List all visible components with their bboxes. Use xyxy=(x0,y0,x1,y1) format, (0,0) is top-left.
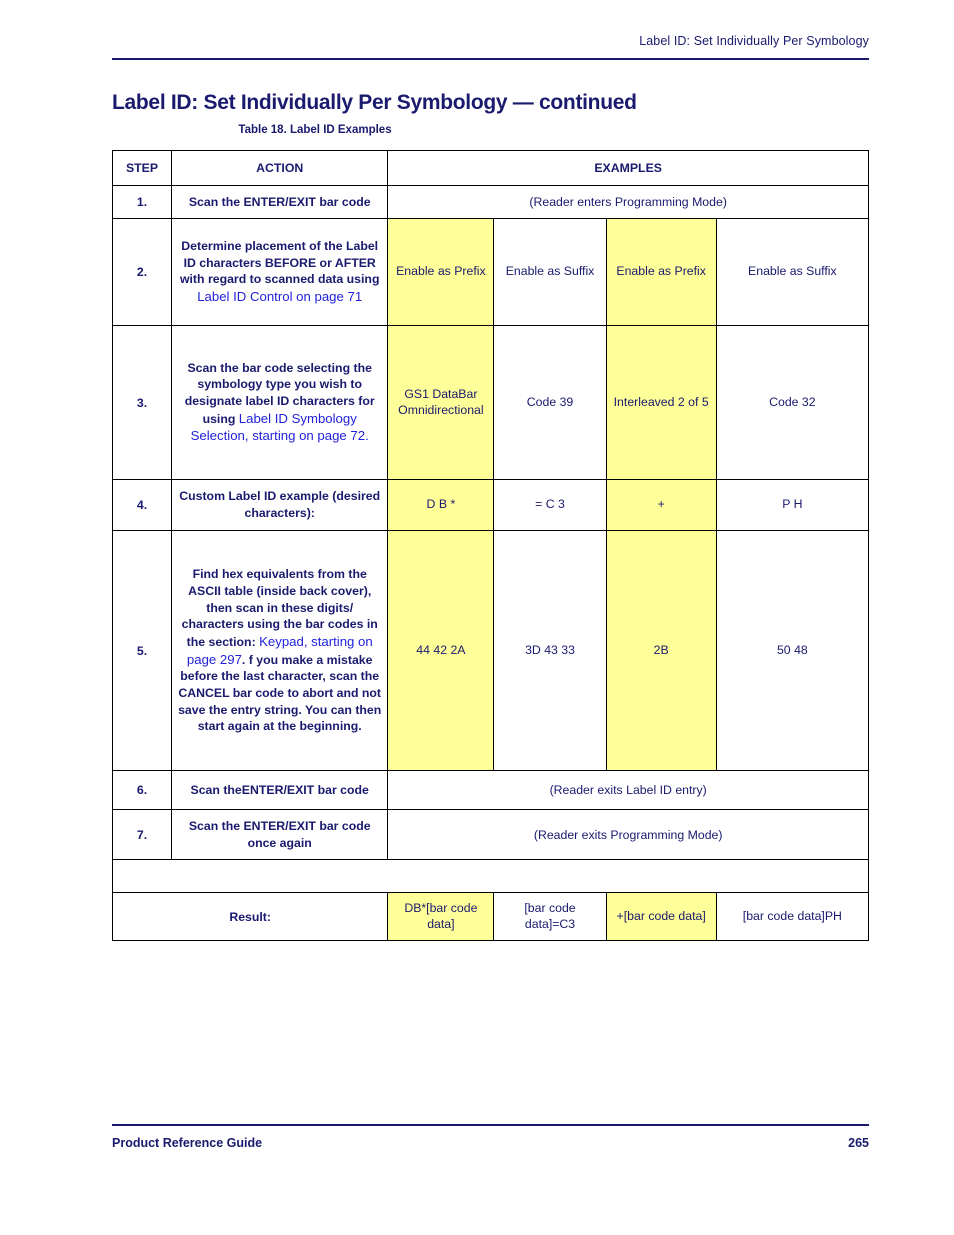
action-cross-reference-link[interactable]: Label ID Control on page 71 xyxy=(197,289,362,304)
step-number: 4. xyxy=(111,479,173,531)
table-row: 6. Scan theENTER/EXIT bar code (Reader e… xyxy=(111,770,869,810)
result-label: Result: xyxy=(111,892,389,941)
step-action: Scan the ENTER/EXIT bar code once again xyxy=(171,809,389,860)
page-title: Label ID: Set Individually Per Symbology… xyxy=(112,91,637,115)
result-cell: [bar code data]=C3 xyxy=(493,892,607,941)
example-cell: Enable as Suffix xyxy=(493,218,607,326)
step-action: Scan theENTER/EXIT bar code xyxy=(171,770,389,810)
example-cell: Enable as Prefix xyxy=(605,218,717,326)
step-number: 7. xyxy=(111,809,173,860)
step-example-span: (Reader enters Programming Mode) xyxy=(387,185,869,219)
example-cell: GS1 DataBar Omnidirectional xyxy=(387,325,495,480)
document-page: Label ID: Set Individually Per Symbology… xyxy=(0,0,954,1235)
example-cell: + xyxy=(605,479,717,531)
example-cell: Interleaved 2 of 5 xyxy=(605,325,717,480)
step-action: Determine placement of the Label ID char… xyxy=(171,218,389,326)
running-header: Label ID: Set Individually Per Symbology xyxy=(639,34,869,48)
footer-page-number: 265 xyxy=(848,1136,869,1150)
example-cell: P H xyxy=(715,479,870,531)
table-row: 4. Custom Label ID example (desired char… xyxy=(111,479,870,531)
table-header-row: STEP ACTION EXAMPLES xyxy=(111,150,869,186)
table-spacer-row xyxy=(112,859,869,893)
example-cell: 3D 43 33 xyxy=(493,530,607,771)
label-id-examples-table: STEP ACTION EXAMPLES 1. Scan the ENTER/E… xyxy=(111,150,870,941)
step-action: Custom Label ID example (desired charact… xyxy=(171,479,389,531)
column-header-examples: EXAMPLES xyxy=(387,150,869,186)
example-cell: 2B xyxy=(605,530,717,771)
example-cell: Enable as Suffix xyxy=(715,218,870,326)
table-caption: Table 18. Label ID Examples xyxy=(238,124,392,136)
example-cell: Code 39 xyxy=(493,325,607,480)
table-row: 7. Scan the ENTER/EXIT bar code once aga… xyxy=(111,809,869,860)
column-header-step: STEP xyxy=(111,150,173,186)
step-action: Find hex equivalents from the ASCII tabl… xyxy=(171,530,389,771)
step-example-span: (Reader exits Programming Mode) xyxy=(387,809,869,860)
header-divider xyxy=(112,58,869,60)
table-row: 5. Find hex equivalents from the ASCII t… xyxy=(111,530,870,771)
footer-divider xyxy=(112,1124,869,1126)
step-number: 5. xyxy=(111,530,173,771)
step-number: 6. xyxy=(111,770,173,810)
action-text: Determine placement of the Label ID char… xyxy=(179,239,380,287)
table-row: 1. Scan the ENTER/EXIT bar code (Reader … xyxy=(111,185,869,219)
result-row: Result: DB*[bar code data] [bar code dat… xyxy=(111,892,870,941)
result-cell: [bar code data]PH xyxy=(715,892,870,941)
example-cell: = C 3 xyxy=(493,479,607,531)
example-cell: D B * xyxy=(387,479,495,531)
spacer-cell xyxy=(112,859,869,893)
result-cell: +[bar code data] xyxy=(605,892,717,941)
step-number: 2. xyxy=(111,218,173,326)
table-row: 2. Determine placement of the Label ID c… xyxy=(111,218,870,326)
example-cell: 50 48 xyxy=(715,530,870,771)
label-id-examples-table-wrapper: STEP ACTION EXAMPLES 1. Scan the ENTER/E… xyxy=(111,150,870,941)
table-row: 3. Scan the bar code selecting the symbo… xyxy=(111,325,870,480)
column-header-action: ACTION xyxy=(171,150,389,186)
step-example-span: (Reader exits Label ID entry) xyxy=(387,770,869,810)
step-action: Scan the bar code selecting the symbolog… xyxy=(171,325,389,480)
step-action: Scan the ENTER/EXIT bar code xyxy=(171,185,389,219)
example-cell: Code 32 xyxy=(715,325,870,480)
example-cell: Enable as Prefix xyxy=(387,218,495,326)
result-cell: DB*[bar code data] xyxy=(387,892,495,941)
step-number: 1. xyxy=(111,185,173,219)
example-cell: 44 42 2A xyxy=(387,530,495,771)
step-number: 3. xyxy=(111,325,173,480)
